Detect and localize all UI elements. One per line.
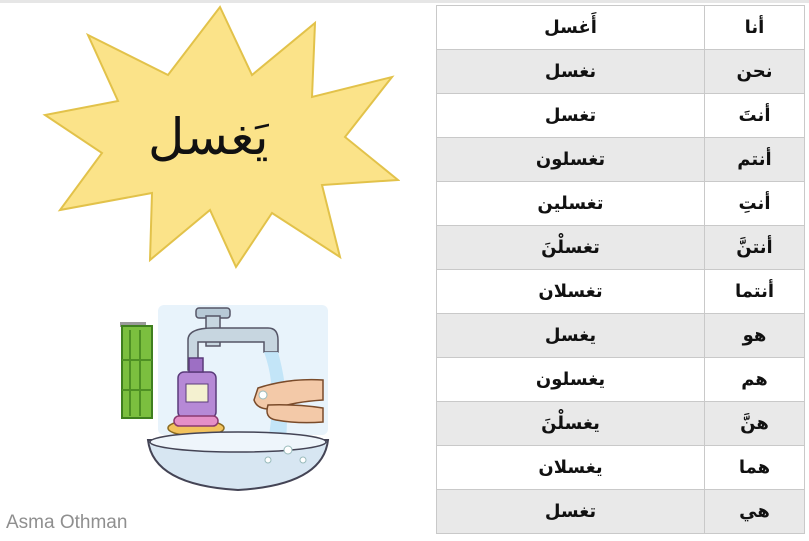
verb-cell: يغسلان: [436, 445, 705, 490]
pronoun-cell: أنتَ: [704, 93, 805, 138]
verb-cell: تغسلان: [436, 269, 705, 314]
title-verb: يَغسل: [148, 108, 269, 166]
verb-cell: يغسل: [436, 313, 705, 358]
pronoun-cell: هم: [704, 357, 805, 402]
table-row: نغسل نحن: [436, 49, 805, 94]
author-watermark: Asma Othman: [6, 512, 128, 533]
verb-cell: تغسلين: [436, 181, 705, 226]
table-row: أَغسل أنا: [436, 5, 805, 50]
table-row: تغسلان أنتما: [436, 269, 805, 314]
verb-cell: تغسل: [436, 93, 705, 138]
handwashing-sink-icon: [120, 305, 330, 492]
verb-cell: يغسلْنَ: [436, 401, 705, 446]
top-border: [0, 0, 809, 3]
verb-cell: يغسلون: [436, 357, 705, 402]
conjugation-table: أَغسل أنا نغسل نحن تغسل أنتَ تغسلون أنتم…: [436, 5, 805, 534]
verb-cell: تغسلون: [436, 137, 705, 182]
pronoun-cell: أنتم: [704, 137, 805, 182]
pronoun-cell: أنا: [704, 5, 805, 50]
pronoun-cell: أنتما: [704, 269, 805, 314]
table-row: يغسلْنَ هنَّ: [436, 401, 805, 446]
table-row: تغسلْنَ أنتنَّ: [436, 225, 805, 270]
pronoun-cell: هي: [704, 489, 805, 534]
pronoun-cell: هو: [704, 313, 805, 358]
table-row: تغسل أنتَ: [436, 93, 805, 138]
table-row: يغسلون هم: [436, 357, 805, 402]
pronoun-cell: أنتنَّ: [704, 225, 805, 270]
table-row: يغسل هو: [436, 313, 805, 358]
table-row: تغسل هي: [436, 489, 805, 534]
pronoun-cell: أنتِ: [704, 181, 805, 226]
verb-cell: أَغسل: [436, 5, 705, 50]
table-row: تغسلون أنتم: [436, 137, 805, 182]
verb-cell: تغسل: [436, 489, 705, 534]
table-row: يغسلان هما: [436, 445, 805, 490]
pronoun-cell: هنَّ: [704, 401, 805, 446]
table-row: تغسلين أنتِ: [436, 181, 805, 226]
pronoun-cell: نحن: [704, 49, 805, 94]
verb-cell: تغسلْنَ: [436, 225, 705, 270]
pronoun-cell: هما: [704, 445, 805, 490]
verb-cell: نغسل: [436, 49, 705, 94]
